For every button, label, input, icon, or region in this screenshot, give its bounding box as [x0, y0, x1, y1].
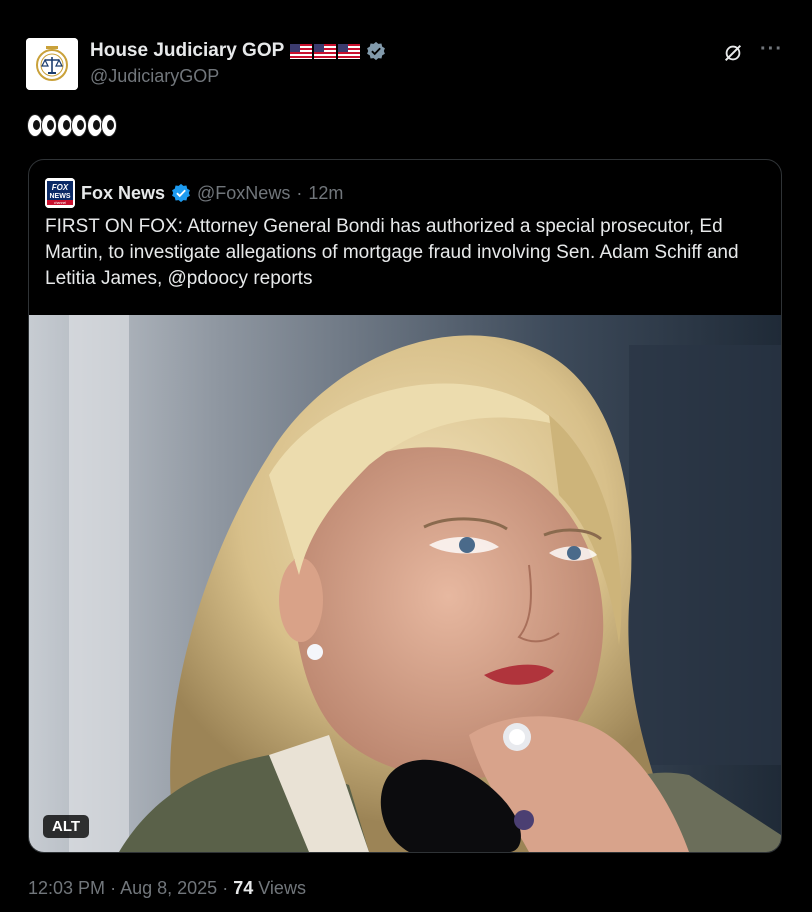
- eyes-emoji-icon: [86, 114, 117, 137]
- author-display-name[interactable]: House Judiciary GOP: [90, 40, 284, 62]
- meta-separator: ·: [222, 878, 229, 898]
- fox-logo-text-mid: NEWS: [50, 193, 71, 200]
- quoted-header: FOX NEWS channel Fox News @FoxNews · 12m: [45, 178, 343, 208]
- meta-separator: ·: [110, 878, 117, 898]
- verified-badge-icon[interactable]: [171, 183, 191, 203]
- us-flag-icon: [290, 43, 313, 59]
- quoted-photo[interactable]: ALT: [29, 315, 781, 852]
- quoted-age[interactable]: 12m: [308, 183, 343, 204]
- tweet-meta: 12:03 PM · Aug 8, 2025 · 74 Views: [28, 878, 306, 899]
- flags: [290, 43, 361, 59]
- author-avatar[interactable]: [26, 38, 78, 90]
- us-flag-icon: [338, 43, 361, 59]
- alt-text-button[interactable]: ALT: [43, 815, 90, 838]
- author-handle[interactable]: @JudiciaryGOP: [90, 66, 219, 87]
- quoted-tweet[interactable]: FOX NEWS channel Fox News @FoxNews · 12m…: [28, 159, 782, 853]
- post-date[interactable]: Aug 8, 2025: [120, 878, 217, 898]
- eyes-emoji-icon: [56, 114, 87, 137]
- quoted-display-name[interactable]: Fox News: [81, 183, 165, 204]
- fox-news-logo-icon[interactable]: FOX NEWS channel: [45, 178, 75, 208]
- seal-avatar-icon: [26, 38, 78, 90]
- fox-logo-text-bottom: channel: [54, 201, 66, 205]
- fox-logo-text-top: FOX: [52, 183, 69, 192]
- author-name-row: House Judiciary GOP: [90, 40, 386, 62]
- quoted-text: FIRST ON FOX: Attorney General Bondi has…: [45, 216, 739, 289]
- verified-badge-icon[interactable]: [366, 41, 386, 61]
- views-label[interactable]: Views: [258, 878, 306, 898]
- quoted-separator: ·: [296, 182, 303, 203]
- eyes-emoji-icon: [26, 114, 57, 137]
- tweet-text: 👀👀👀: [26, 114, 117, 137]
- more-icon[interactable]: ···: [760, 38, 783, 61]
- portrait-photo: [29, 315, 781, 852]
- views-count: 74: [233, 878, 254, 898]
- grok-icon[interactable]: [722, 42, 744, 64]
- quoted-handle[interactable]: @FoxNews: [197, 183, 290, 204]
- post-time[interactable]: 12:03 PM: [28, 878, 105, 898]
- us-flag-icon: [314, 43, 337, 59]
